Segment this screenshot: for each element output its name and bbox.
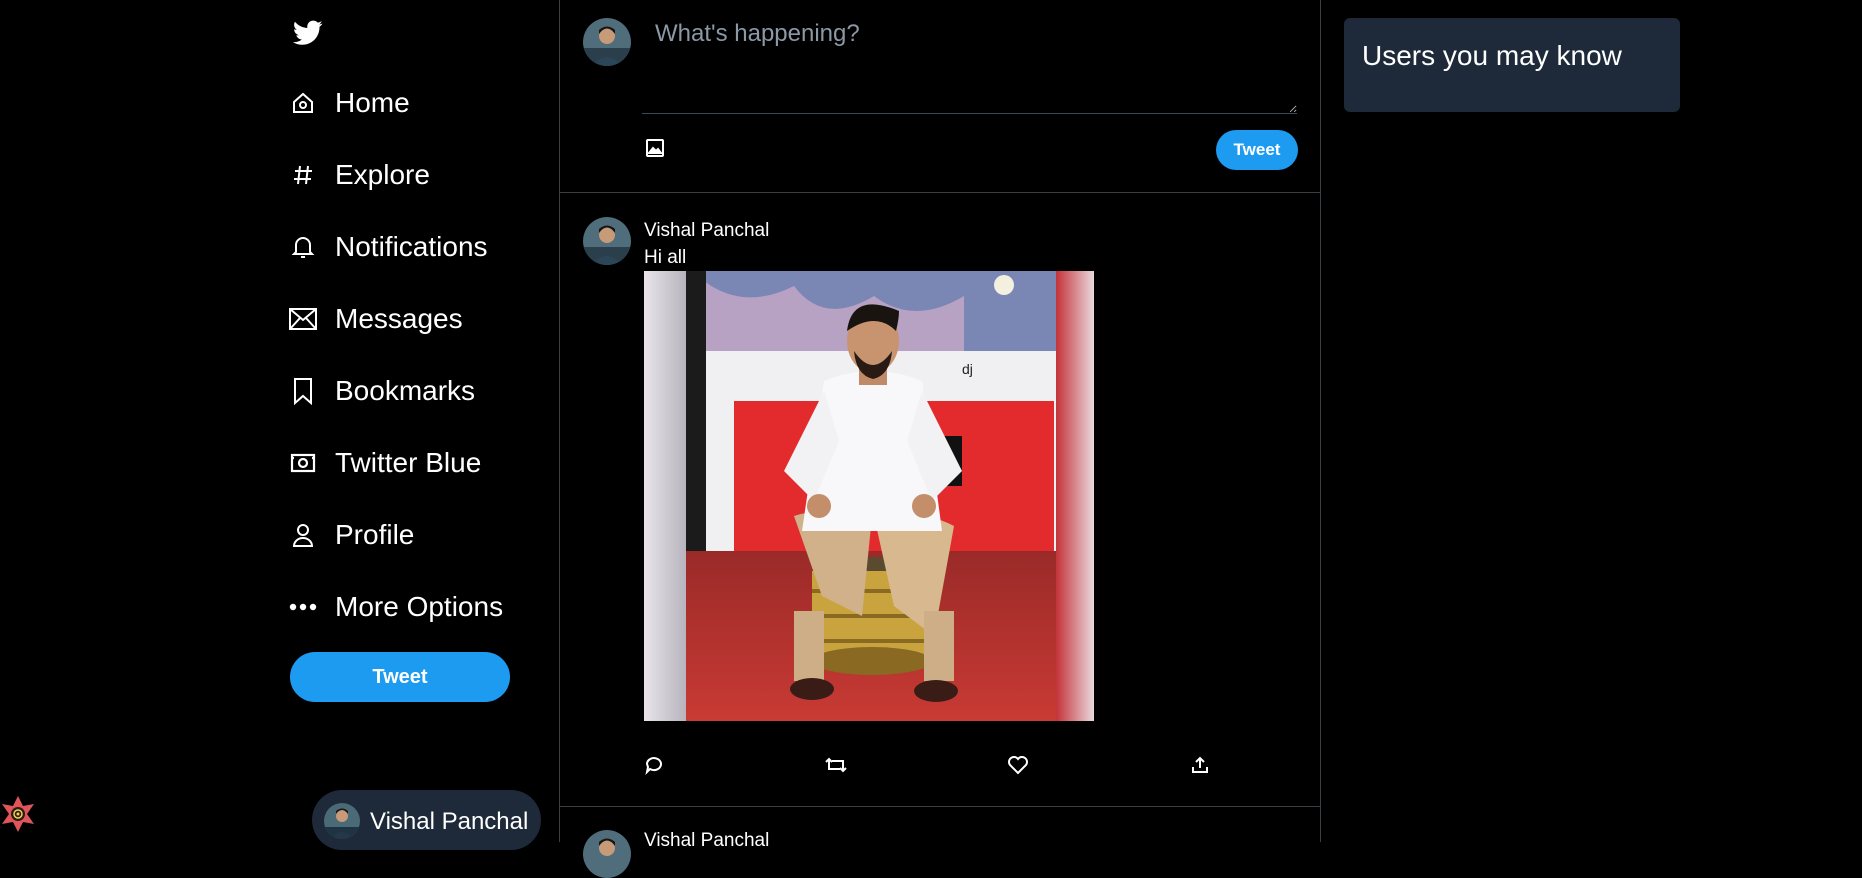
like-heart-icon[interactable]: [1003, 750, 1033, 780]
panel-title: Users you may know: [1362, 40, 1622, 71]
twitter-bird-icon[interactable]: [292, 20, 323, 46]
share-icon[interactable]: [1185, 750, 1215, 780]
react-devtools-icon[interactable]: [0, 792, 38, 836]
tweet-author[interactable]: Vishal Panchal: [644, 220, 769, 242]
account-switcher[interactable]: Vishal Panchal: [312, 790, 541, 850]
tweet-post: Vishal Panchal Hi all dj: [560, 194, 1320, 807]
sidebar-item-label: Twitter Blue: [335, 447, 482, 478]
avatar: [324, 803, 360, 839]
main-feed: Tweet Vishal Panchal Hi all: [559, 0, 1321, 878]
more-dots-icon: [288, 592, 318, 622]
sidebar-item-bookmarks[interactable]: Bookmarks: [288, 367, 475, 415]
sidebar-item-label: Explore: [335, 159, 430, 190]
users-you-may-know-panel: Users you may know: [1344, 18, 1680, 112]
sidebar-item-label: Profile: [335, 519, 415, 550]
home-icon: [288, 88, 318, 118]
sidebar-item-label: Bookmarks: [335, 375, 476, 406]
compose-tweet-button[interactable]: Tweet: [1216, 130, 1298, 170]
sidebar-item-more-options[interactable]: More Options: [288, 583, 503, 631]
tweet-author[interactable]: Vishal Panchal: [644, 830, 769, 852]
sidebar-item-explore[interactable]: Explore: [288, 151, 430, 199]
sidebar-item-label: Messages: [335, 303, 463, 334]
tweet-composer: Tweet: [560, 0, 1320, 193]
sidebar-tweet-button[interactable]: Tweet: [290, 652, 510, 702]
current-user-name: Vishal Panchal: [370, 808, 529, 835]
sidebar-item-profile[interactable]: Profile: [288, 511, 414, 559]
image-upload-icon[interactable]: [645, 138, 669, 162]
avatar: [583, 830, 631, 878]
reply-icon[interactable]: [639, 750, 669, 780]
bell-icon: [288, 232, 318, 262]
tweet-post: Vishal Panchal: [560, 808, 1320, 878]
avatar: [583, 217, 631, 265]
sidebar-item-home[interactable]: Home: [288, 79, 410, 127]
sidebar-item-label: Notifications: [335, 231, 488, 262]
tweet-photo[interactable]: dj: [644, 271, 1094, 721]
sidebar-item-label: More Options: [335, 591, 504, 622]
retweet-icon[interactable]: [821, 750, 851, 780]
avatar: [583, 18, 631, 66]
sidebar: Home Explore Notifications Messages Book…: [0, 0, 560, 850]
hash-icon: [288, 160, 318, 190]
sidebar-item-label: Home: [335, 87, 410, 118]
envelope-icon: [288, 304, 318, 334]
person-icon: [288, 520, 318, 550]
money-icon: [288, 448, 318, 478]
sidebar-item-twitter-blue[interactable]: Twitter Blue: [288, 439, 481, 487]
sidebar-item-notifications[interactable]: Notifications: [288, 223, 488, 271]
bookmark-icon: [288, 376, 318, 406]
tweet-compose-input[interactable]: [642, 10, 1297, 114]
svg-text:dj: dj: [962, 361, 973, 377]
sidebar-item-messages[interactable]: Messages: [288, 295, 463, 343]
tweet-text: Hi all: [644, 247, 687, 268]
